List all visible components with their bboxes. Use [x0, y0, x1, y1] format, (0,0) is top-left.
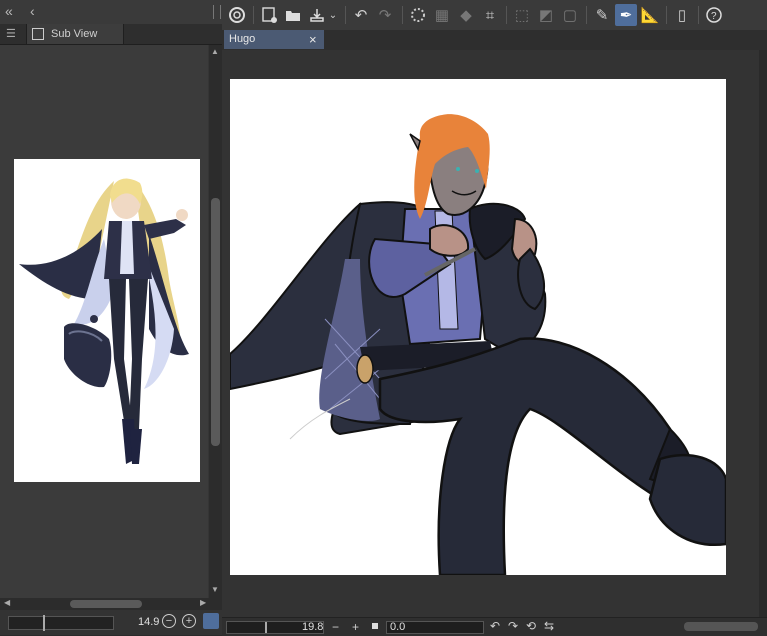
- sub-view-zoom-bar: 14.9 − +: [0, 610, 222, 635]
- panel-header: « ‹: [0, 0, 222, 25]
- crop-icon[interactable]: ⌗: [479, 4, 501, 26]
- invert-selection-icon[interactable]: ◩: [535, 4, 557, 26]
- brush-tool-icon[interactable]: ✎: [591, 4, 613, 26]
- drawing-canvas[interactable]: [230, 79, 726, 575]
- reference-character-illustration: [19, 178, 189, 464]
- flip-icon[interactable]: ⇆: [544, 619, 554, 633]
- close-tab-icon[interactable]: ×: [309, 30, 317, 49]
- panel-grip-icon[interactable]: [213, 5, 221, 19]
- help-icon[interactable]: ?: [703, 4, 725, 26]
- scroll-left-icon[interactable]: ◀: [4, 598, 10, 607]
- canvas-rotate-value[interactable]: 0.0: [390, 621, 405, 633]
- zoom-in-button[interactable]: +: [352, 620, 359, 634]
- open-folder-icon[interactable]: [282, 4, 304, 26]
- canvas-illustration: [230, 114, 726, 575]
- sub-view-horizontal-scroll-thumb[interactable]: [70, 600, 142, 608]
- zoom-in-button[interactable]: +: [182, 614, 196, 628]
- toolbar-separator: [586, 6, 587, 24]
- sub-view-zoom-value[interactable]: 14.9: [138, 616, 159, 628]
- sub-view-zoom-slider-handle[interactable]: [43, 615, 45, 631]
- sub-view-icon: [32, 28, 44, 40]
- ruler-tool-icon[interactable]: 📐: [639, 4, 661, 26]
- loading-spinner-icon[interactable]: [407, 4, 429, 26]
- document-tab-title: Hugo: [229, 33, 256, 45]
- canvas-zoom-slider-handle[interactable]: [265, 622, 267, 633]
- zoom-out-button[interactable]: −: [162, 614, 176, 628]
- redo-icon[interactable]: ↷: [374, 4, 396, 26]
- selection-border-icon[interactable]: ▢: [559, 4, 581, 26]
- canvas-vertical-scrollbar[interactable]: [759, 50, 767, 617]
- tab-document-hugo[interactable]: Hugo ×: [224, 30, 324, 49]
- rotate-right-icon[interactable]: ↷: [508, 619, 518, 633]
- scroll-up-icon[interactable]: ▲: [211, 47, 219, 56]
- canvas-horizontal-scroll-thumb[interactable]: [684, 622, 758, 631]
- save-icon[interactable]: [306, 4, 328, 26]
- collapse-panel-icon[interactable]: «: [5, 3, 13, 19]
- pen-tool-icon[interactable]: ✒: [615, 4, 637, 26]
- toolbar-separator: [666, 6, 667, 24]
- panel-menu-icon[interactable]: ☰: [6, 27, 16, 40]
- transform-icon[interactable]: ▦: [431, 4, 453, 26]
- reference-image[interactable]: [14, 159, 200, 482]
- tab-sub-view-label: Sub View: [51, 28, 98, 40]
- fill-icon[interactable]: ◆: [455, 4, 477, 26]
- command-bar: ⌄ ↶ ↷ ▦ ◆ ⌗ ⬚ ◩ ▢ ✎ ✒ 📐 ▯ ?: [222, 0, 767, 31]
- clip-studio-logo-icon[interactable]: [226, 4, 248, 26]
- sub-view-zoom-slider[interactable]: [8, 615, 114, 631]
- reset-rotation-icon[interactable]: ⟲: [526, 619, 536, 633]
- zoom-out-button[interactable]: −: [332, 620, 339, 634]
- toolbar-separator: [698, 6, 699, 24]
- sub-view-vertical-scroll-thumb[interactable]: [211, 198, 220, 446]
- rotate-left-icon[interactable]: ↶: [490, 619, 500, 633]
- canvas-status-bar: 19.8 − + 0.0 ↶ ↷ ⟲ ⇆: [222, 617, 767, 636]
- undo-icon[interactable]: ↶: [350, 4, 372, 26]
- back-icon[interactable]: ‹: [30, 3, 35, 19]
- fit-view-toggle-icon[interactable]: [203, 613, 219, 629]
- fit-square-icon[interactable]: [372, 623, 378, 629]
- toolbar-separator: [345, 6, 346, 24]
- toolbar-separator: [506, 6, 507, 24]
- tab-sub-view[interactable]: Sub View: [26, 24, 124, 44]
- deselect-icon[interactable]: ⬚: [511, 4, 533, 26]
- new-file-icon[interactable]: [258, 4, 280, 26]
- scroll-right-icon[interactable]: ▶: [200, 598, 206, 607]
- toolbar-separator: [253, 6, 254, 24]
- toolbar-separator: [402, 6, 403, 24]
- dropdown-icon[interactable]: ⌄: [326, 4, 340, 26]
- scroll-down-icon[interactable]: ▼: [211, 585, 219, 594]
- svg-text:?: ?: [711, 11, 717, 22]
- device-icon[interactable]: ▯: [671, 4, 693, 26]
- canvas-zoom-value[interactable]: 19.8: [302, 621, 323, 633]
